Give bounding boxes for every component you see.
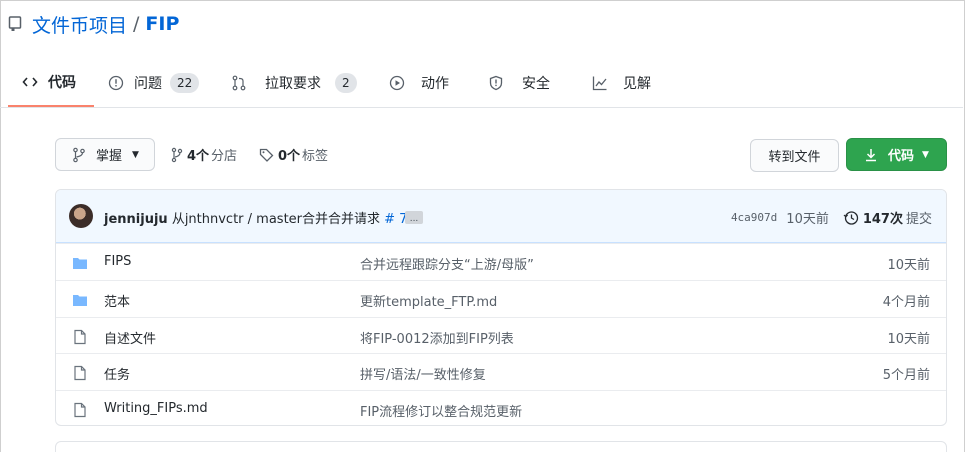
file-commit-message-link[interactable]: 拼写/语法/一致性修复 — [360, 364, 486, 383]
chevron-down-icon: ▼ — [132, 149, 139, 160]
branches-label: 分店 — [211, 149, 238, 164]
tab-issues-label: 问题 — [134, 76, 162, 92]
folder-icon — [72, 255, 88, 271]
file-icon — [72, 365, 88, 381]
commit-message-link[interactable]: 从jnthnvctr / master合并合并请求 — [172, 212, 380, 227]
commit-meta: 4ca907d 10天前 147次 提交 — [731, 208, 932, 227]
file-commit-message-link[interactable]: FIP流程修订以整合规范更新 — [360, 401, 522, 420]
branches-count: 4个 — [187, 149, 210, 164]
repo-separator: / — [133, 13, 140, 35]
tab-code-label: 代码 — [48, 74, 76, 91]
tags-link[interactable]: 0个 标签 — [259, 145, 328, 164]
file-row[interactable]: 自述文件 将FIP-0012添加到FIP列表 10天前 — [56, 317, 946, 354]
file-name-link[interactable]: 范本 — [104, 291, 130, 310]
code-button-label: 代码 — [888, 149, 915, 164]
tag-icon — [259, 147, 274, 163]
branch-icon — [171, 147, 183, 163]
commit-history-count[interactable]: 147次 — [863, 208, 903, 227]
readme-box — [55, 441, 947, 452]
avatar[interactable] — [69, 204, 93, 228]
history-icon — [843, 210, 859, 226]
file-name-link[interactable]: 任务 — [104, 364, 130, 383]
commit-age: 10天前 — [786, 212, 829, 227]
file-name-link[interactable]: FIPS — [104, 254, 131, 269]
play-icon — [389, 75, 405, 91]
branch-select-label: 掌握 — [96, 149, 123, 164]
file-commit-age: 10天前 — [887, 258, 930, 273]
repo-owner-link[interactable]: 文件币项目 — [32, 11, 127, 38]
file-name-link[interactable]: 自述文件 — [104, 328, 156, 347]
issues-count-badge: 22 — [170, 73, 200, 93]
file-row[interactable]: FIPS 合并远程跟踪分支“上游/母版” 10天前 — [56, 243, 946, 280]
download-icon — [864, 147, 878, 163]
expand-commit-message-button[interactable]: ... — [405, 211, 423, 224]
file-commit-age: 5个月前 — [882, 368, 930, 383]
code-download-button[interactable]: 代码 ▼ — [846, 138, 947, 171]
repo-icon — [8, 16, 22, 32]
repo-nav-tabs: 代码 问题 22 拉取要求 2 动作 安全 见解 — [0, 58, 963, 108]
branches-link[interactable]: 4个 分店 — [171, 145, 237, 164]
code-icon — [22, 74, 38, 90]
issue-icon — [108, 75, 124, 91]
tab-actions[interactable]: 动作 — [389, 58, 449, 108]
file-browser: jennijuju 从jnthnvctr / master合并合并请求 # 71… — [55, 189, 947, 426]
branch-icon — [72, 147, 86, 163]
file-name-link[interactable]: Writing_FIPs.md — [104, 401, 208, 416]
tab-issues[interactable]: 问题 22 — [108, 58, 200, 108]
commit-sha-link[interactable]: 4ca907d — [731, 211, 777, 224]
tags-count: 0个 — [278, 149, 301, 164]
tags-label: 标签 — [302, 149, 329, 164]
file-row[interactable]: 任务 拼写/语法/一致性修复 5个月前 — [56, 353, 946, 390]
repo-name-link[interactable]: FIP — [145, 13, 179, 35]
tab-insights-label: 见解 — [623, 76, 651, 92]
commit-history-label[interactable]: 提交 — [906, 208, 932, 227]
file-commit-message-link[interactable]: 将FIP-0012添加到FIP列表 — [360, 328, 514, 347]
pull-requests-count-badge: 2 — [335, 73, 357, 93]
folder-icon — [72, 292, 88, 308]
tab-security-label: 安全 — [522, 76, 550, 92]
go-to-file-button[interactable]: 转到文件 — [750, 139, 839, 172]
tab-pull-requests[interactable]: 拉取要求 2 — [231, 58, 357, 108]
file-commit-age: 10天前 — [887, 332, 930, 347]
chevron-down-icon: ▼ — [922, 149, 929, 160]
file-commit-message-link[interactable]: 更新template_FTP.md — [360, 291, 497, 310]
tab-actions-label: 动作 — [421, 76, 449, 92]
latest-commit-summary: jennijuju 从jnthnvctr / master合并合并请求 # 71 — [104, 208, 416, 227]
tab-insights[interactable]: 见解 — [592, 58, 651, 108]
pull-request-icon — [231, 75, 247, 91]
branch-select-button[interactable]: 掌握 ▼ — [55, 138, 155, 171]
tab-code[interactable]: 代码 — [8, 58, 94, 107]
file-row[interactable]: Writing_FIPs.md FIP流程修订以整合规范更新 — [56, 390, 946, 425]
file-icon — [72, 402, 88, 418]
tab-security[interactable]: 安全 — [488, 58, 550, 108]
commit-author-link[interactable]: jennijuju — [104, 212, 168, 227]
file-icon — [72, 329, 88, 345]
tab-pull-requests-label: 拉取要求 — [265, 76, 321, 92]
repo-header: 文件币项目 / FIP — [8, 11, 179, 38]
latest-commit-bar: jennijuju 从jnthnvctr / master合并合并请求 # 71… — [56, 190, 946, 243]
file-commit-message-link[interactable]: 合并远程跟踪分支“上游/母版” — [360, 254, 534, 273]
file-row[interactable]: 范本 更新template_FTP.md 4个月前 — [56, 280, 946, 317]
graph-icon — [592, 75, 608, 91]
shield-icon — [488, 75, 504, 91]
file-commit-age: 4个月前 — [882, 295, 930, 310]
